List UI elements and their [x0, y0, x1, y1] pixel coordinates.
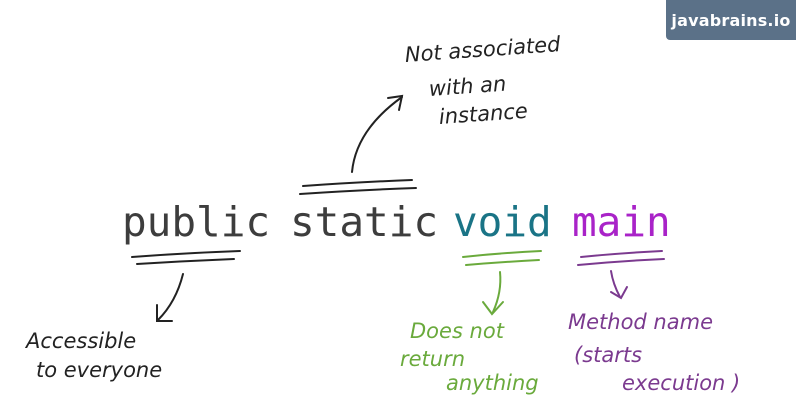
note-void-line3: anything: [446, 371, 539, 395]
void-underline: [462, 250, 542, 266]
note-main-line2: (starts: [574, 343, 643, 367]
void-arrow-icon: [482, 271, 504, 316]
slide: javabrains.io public static void main No…: [0, 0, 796, 420]
main-underline: [577, 250, 665, 266]
main-arrow-icon: [610, 270, 628, 300]
static-arrow-icon: [351, 94, 404, 173]
note-public-line1: Accessible: [26, 329, 137, 353]
static-underline: [299, 179, 417, 195]
note-static-line2: with an: [428, 71, 507, 101]
note-void-line2: return: [400, 347, 466, 371]
note-void-line1: Does not: [410, 319, 504, 343]
note-main-line3: execution ): [622, 371, 741, 395]
public-arrow-icon: [156, 273, 184, 322]
public-underline: [131, 250, 241, 265]
note-main-line1: Method name: [568, 310, 713, 334]
note-public-line2: to everyone: [36, 358, 163, 382]
